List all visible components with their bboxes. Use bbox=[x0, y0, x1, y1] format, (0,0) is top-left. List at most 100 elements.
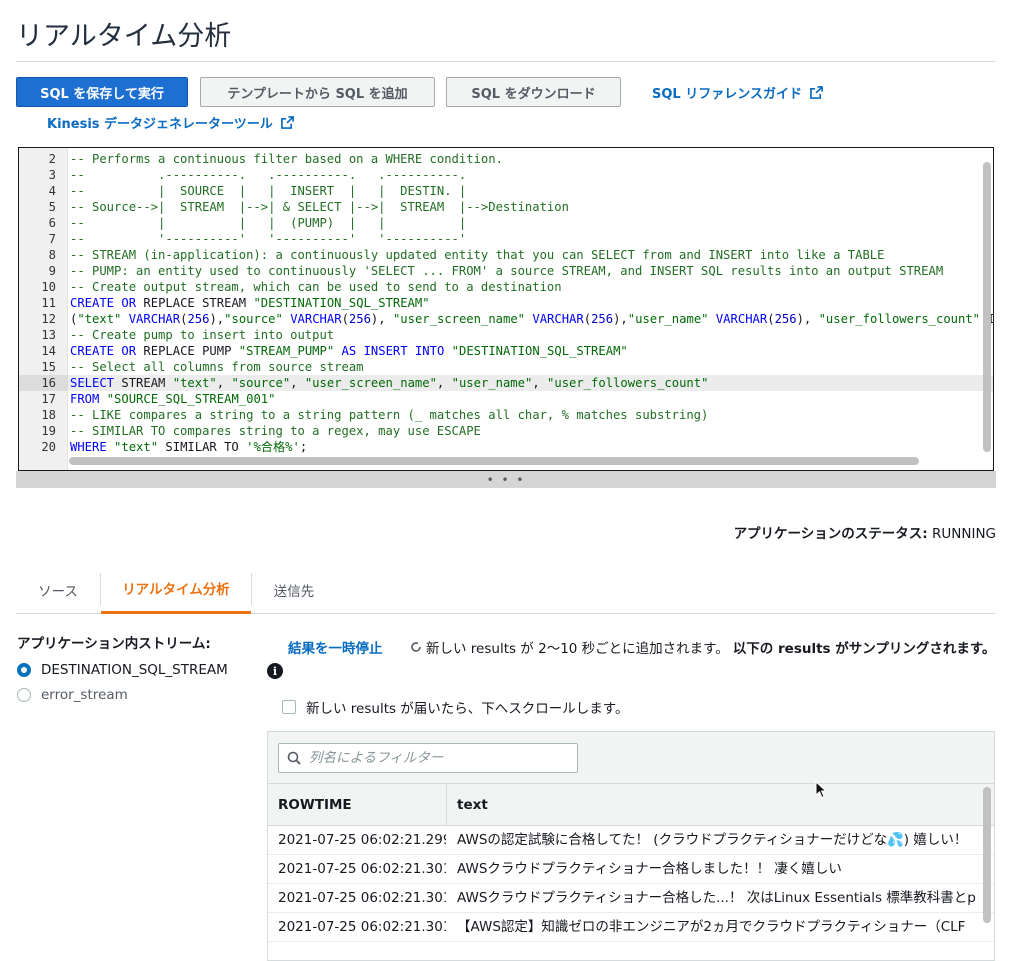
line-number: 11 bbox=[41, 296, 56, 310]
code-text: -- STREAM (in-application): a continuous… bbox=[70, 248, 885, 262]
auto-scroll-label: 新しい results が届いたら、下へスクロールします。 bbox=[306, 701, 629, 717]
line-number: 4 bbox=[48, 184, 56, 198]
editor-horizontal-scrollbar[interactable] bbox=[69, 457, 919, 465]
line-number: 15 bbox=[41, 360, 56, 374]
auto-scroll-checkbox-row[interactable]: 新しい results が届いたら、下へスクロールします。 bbox=[282, 697, 628, 717]
line-number: 19 bbox=[41, 424, 56, 438]
code-line[interactable]: 6 -- | | | (PUMP) | | | bbox=[19, 215, 993, 231]
table-row[interactable]: 2021-07-25 06:02:21.301 AWSクラウドプラクティショナー合… bbox=[268, 884, 994, 913]
search-icon bbox=[287, 751, 301, 765]
sql-editor[interactable]: 2 -- Performs a continuous filter based o… bbox=[18, 147, 994, 471]
code-text: -- Source-->| STREAM |-->| & SELECT |-->… bbox=[70, 200, 569, 214]
code-line[interactable]: 3 -- .----------. .----------. .---------… bbox=[19, 167, 993, 183]
code-text: -- PUMP: an entity used to continuously … bbox=[70, 264, 944, 278]
code-line[interactable]: 12 ("text" VARCHAR(256),"source" VARCHAR(… bbox=[19, 311, 993, 327]
filter-bar bbox=[268, 732, 994, 784]
column-filter-field[interactable] bbox=[278, 743, 578, 773]
code-text: FROM "SOURCE_SQL_STREAM_001" bbox=[70, 392, 276, 406]
radio-unselected[interactable] bbox=[17, 688, 31, 702]
results-sampling-note: 新しい results が 2〜10 秒ごとに追加されます。 以下の resul… bbox=[410, 637, 996, 657]
kinesis-data-generator-link[interactable]: Kinesis データジェネレーターツール bbox=[47, 113, 294, 132]
download-sql-button[interactable]: SQL をダウンロード bbox=[446, 77, 621, 107]
application-status-value: RUNNING bbox=[932, 526, 996, 542]
sql-reference-guide-link[interactable]: SQL リファレンスガイド bbox=[652, 83, 823, 102]
cell-rowtime: 2021-07-25 06:02:21.299 bbox=[278, 832, 446, 848]
save-run-sql-button[interactable]: SQL を保存して実行 bbox=[16, 77, 188, 107]
line-number: 8 bbox=[48, 248, 56, 262]
tab-source[interactable]: ソース bbox=[16, 565, 100, 614]
table-row[interactable]: 2021-07-25 06:02:21.299 AWSの認定試験に合格してた！ (… bbox=[268, 826, 994, 855]
code-line[interactable]: 13 -- Create pump to insert into output bbox=[19, 327, 993, 343]
code-text: ("text" VARCHAR(256),"source" VARCHAR(25… bbox=[70, 312, 993, 326]
column-filter-input[interactable] bbox=[307, 749, 557, 767]
line-number: 12 bbox=[41, 312, 56, 326]
sql-reference-guide-label: SQL リファレンスガイド bbox=[652, 87, 802, 102]
code-line[interactable]: 2 -- Performs a continuous filter based o… bbox=[19, 151, 993, 167]
tab-realtime-analytics[interactable]: リアルタイム分析 bbox=[101, 565, 251, 614]
info-icon[interactable]: i bbox=[267, 663, 283, 679]
code-text: -- LIKE compares a string to a string pa… bbox=[70, 408, 709, 422]
line-number: 16 bbox=[19, 375, 68, 391]
table-vertical-scrollbar[interactable] bbox=[983, 787, 991, 923]
cell-rowtime: 2021-07-25 06:02:21.301 bbox=[278, 861, 446, 877]
code-line[interactable]: 17 FROM "SOURCE_SQL_STREAM_001" bbox=[19, 391, 993, 407]
cell-text: AWSの認定試験に合格してた！ (クラウドプラクティショナーだけどな💦) 嬉しい… bbox=[457, 832, 968, 848]
auto-scroll-checkbox[interactable] bbox=[282, 700, 296, 714]
column-header-rowtime[interactable]: ROWTIME bbox=[268, 784, 447, 826]
code-line[interactable]: 8 -- STREAM (in-application): a continuou… bbox=[19, 247, 993, 263]
code-text: -- Create output stream, which can be us… bbox=[70, 280, 562, 294]
external-link-icon bbox=[280, 116, 294, 129]
application-status: アプリケーションのステータス: RUNNING bbox=[734, 522, 996, 542]
results-table: ROWTIME text 2021-07-25 06:02:21.299 AWSの… bbox=[267, 731, 995, 961]
line-number: 14 bbox=[41, 344, 56, 358]
code-line[interactable]: 19 -- SIMILAR TO compares string to a reg… bbox=[19, 423, 993, 439]
line-number: 7 bbox=[48, 232, 56, 246]
code-line[interactable]: 14 CREATE OR REPLACE PUMP "STREAM_PUMP" A… bbox=[19, 343, 993, 359]
code-line[interactable]: 9 -- PUMP: an entity used to continuously… bbox=[19, 263, 993, 279]
code-line[interactable]: 20 WHERE "text" SIMILAR TO '%合格%'; bbox=[19, 439, 993, 455]
radio-selected[interactable] bbox=[17, 663, 31, 677]
cell-text: AWSクラウドプラクティショナー合格した...！ 次はLinux Essenti… bbox=[457, 890, 976, 906]
stream-option-error[interactable]: error_stream bbox=[17, 687, 128, 703]
code-line[interactable]: 16 SELECT STREAM "text", "source", "user_… bbox=[19, 375, 993, 391]
table-body: 2021-07-25 06:02:21.299 AWSの認定試験に合格してた！ (… bbox=[268, 826, 994, 942]
code-line[interactable]: 5 -- Source-->| STREAM |-->| & SELECT |--… bbox=[19, 199, 993, 215]
mouse-cursor-icon bbox=[815, 781, 827, 799]
table-row[interactable]: 2021-07-25 06:02:21.301 AWSクラウドプラクティショナー合… bbox=[268, 855, 994, 884]
table-row[interactable]: 2021-07-25 06:02:21.301 【AWS認定】知識ゼロの非エンジニ… bbox=[268, 913, 994, 942]
add-template-sql-button[interactable]: テンプレートから SQL を追加 bbox=[200, 77, 435, 107]
code-text: CREATE OR REPLACE STREAM "DESTINATION_SQ… bbox=[70, 296, 430, 310]
code-line[interactable]: 10 -- Create output stream, which can be … bbox=[19, 279, 993, 295]
tab-bar: ソース リアルタイム分析 送信先 bbox=[16, 565, 996, 614]
code-line[interactable]: 11 CREATE OR REPLACE STREAM "DESTINATION_… bbox=[19, 295, 993, 311]
external-link-icon bbox=[810, 86, 823, 99]
editor-vertical-scrollbar[interactable] bbox=[983, 162, 991, 452]
line-number: 2 bbox=[48, 152, 56, 166]
pause-results-link[interactable]: 結果を一時停止 bbox=[288, 637, 383, 657]
code-text: SELECT STREAM "text", "source", "user_sc… bbox=[70, 376, 709, 390]
title-divider bbox=[16, 61, 996, 62]
refresh-interval-text: 新しい results が 2〜10 秒ごとに追加されます。 bbox=[426, 641, 729, 657]
code-line[interactable]: 15 -- Select all columns from source stre… bbox=[19, 359, 993, 375]
kinesis-data-generator-label: Kinesis データジェネレーターツール bbox=[47, 117, 273, 132]
table-header: ROWTIME text bbox=[268, 784, 994, 826]
stream-option-label: DESTINATION_SQL_STREAM bbox=[41, 662, 228, 678]
sampling-text: 以下の results がサンプリングされます。 bbox=[732, 641, 996, 657]
application-status-label: アプリケーションのステータス: bbox=[733, 526, 928, 542]
code-line[interactable]: 4 -- | SOURCE | | INSERT | | DESTIN. | bbox=[19, 183, 993, 199]
code-text: -- | | | (PUMP) | | | bbox=[70, 216, 467, 230]
code-lines: 2 -- Performs a continuous filter based o… bbox=[19, 151, 993, 455]
line-number: 17 bbox=[41, 392, 56, 406]
code-text: -- SIMILAR TO compares string to a regex… bbox=[70, 424, 481, 438]
in-app-streams-heading: アプリケーション内ストリーム: bbox=[17, 636, 211, 652]
line-number: 20 bbox=[41, 440, 56, 454]
code-text: -- '----------' '----------' '----------… bbox=[70, 232, 467, 246]
tab-destination[interactable]: 送信先 bbox=[252, 565, 336, 614]
cell-rowtime: 2021-07-25 06:02:21.301 bbox=[278, 919, 446, 935]
code-line[interactable]: 7 -- '----------' '----------' '---------… bbox=[19, 231, 993, 247]
stream-option-destination[interactable]: DESTINATION_SQL_STREAM bbox=[17, 662, 228, 678]
editor-resize-handle[interactable]: • • • bbox=[16, 471, 996, 488]
code-line[interactable]: 18 -- LIKE compares a string to a string … bbox=[19, 407, 993, 423]
stream-option-label: error_stream bbox=[41, 687, 128, 703]
column-header-text[interactable]: text bbox=[447, 784, 987, 826]
